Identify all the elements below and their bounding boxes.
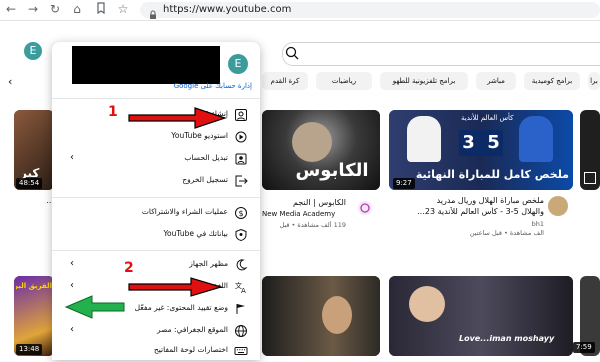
menu-item-label: اختصارات لوحة المفاتيح [153, 345, 228, 354]
forward-arrow-icon[interactable]: → [26, 2, 40, 16]
thumbnail-text: Love...iman moshayy [459, 334, 555, 343]
menu-item-label: عمليات الشراء والاشتراكات [141, 207, 228, 216]
open-icon [584, 172, 596, 184]
chevron-left-icon: ‹ [70, 280, 74, 291]
menu-item-switch-account[interactable]: ‹ تبديل الحساب [52, 148, 260, 168]
star-icon[interactable]: ☆ [116, 2, 130, 16]
player-image [519, 116, 553, 162]
chip[interactable]: برامج كوميدية [524, 72, 580, 90]
menu-item-location[interactable]: ‹ الموقع الجغرافي: مصر [52, 320, 260, 340]
home-icon[interactable]: ⌂ [70, 2, 84, 16]
video-title[interactable]: ملخص مباراة الهلال وريال مدريد [404, 196, 544, 206]
dollar-icon: $ [234, 205, 248, 219]
channel-avatar[interactable] [548, 196, 568, 216]
score-box: 3 5 [459, 130, 503, 156]
lock-icon[interactable] [148, 5, 158, 19]
thumbnail-text: الفريق البرتغالي [16, 282, 52, 290]
person-image [322, 296, 352, 334]
browser-toolbar: ← → ↻ ⌂ ☆ https://www.youtube.com [0, 0, 600, 21]
moon-icon [234, 257, 248, 271]
svg-text:A: A [241, 287, 246, 294]
video-thumbnail[interactable] [262, 276, 380, 356]
duration-badge: 9:27 [393, 178, 415, 189]
video-thumbnail[interactable]: الكابوس [262, 110, 380, 190]
menu-item-your-data[interactable]: بياناتك في YouTube [52, 224, 260, 244]
chevron-left-icon: ‹ [70, 152, 74, 163]
channel-name[interactable]: bh1 [404, 220, 544, 229]
video-meta: 119 ألف مشاهدة • قبل 6 أيام [278, 221, 346, 229]
video-thumbnail[interactable]: Love...iman moshayy [389, 276, 573, 356]
svg-text:$: $ [238, 209, 243, 218]
menu-item-label: بياناتك في YouTube [163, 229, 228, 238]
video-thumbnail[interactable] [580, 110, 600, 190]
green-arrow [64, 294, 126, 320]
chip[interactable]: كرة القدم [262, 72, 308, 90]
chip[interactable]: برا [588, 72, 600, 90]
video-thumbnail[interactable]: الفريق البرتغالي 13:48 [14, 276, 54, 356]
menu-item-label: مظهر الجهاز [189, 259, 228, 268]
face-image [292, 122, 332, 162]
video-meta: الف مشاهدة • قبل ساعتين [469, 229, 544, 237]
bookmark-icon[interactable] [94, 2, 108, 16]
keyboard-icon [234, 343, 248, 357]
player-image [407, 116, 441, 162]
thumbnail-text: كأس العالم للأندية [461, 114, 514, 122]
menu-item-label: الموقع الجغرافي: مصر [157, 325, 228, 334]
chevron-left-icon: ‹ [70, 324, 74, 335]
search-input[interactable] [282, 42, 600, 66]
annotation-number-1: 1 [108, 104, 118, 120]
annotation-number-2: 2 [124, 260, 134, 276]
search-icon[interactable] [284, 45, 300, 61]
back-arrow-icon[interactable]: ← [4, 2, 18, 16]
redacted-name [72, 46, 220, 84]
channel-name[interactable]: New Media Academy [262, 210, 362, 219]
thumbnail-text: ملخص كامل للمباراة النهائية [415, 168, 569, 181]
translate-icon: 文A [234, 279, 248, 295]
chip[interactable]: برامج تلفزيونية للطهو [380, 72, 468, 90]
chip[interactable]: مباشر [476, 72, 516, 90]
menu-item-keyboard-shortcuts[interactable]: اختصارات لوحة المفاتيح [52, 340, 260, 360]
chip[interactable]: رياضيات [316, 72, 372, 90]
duration-badge: 7:59 [573, 342, 595, 353]
chevron-left-icon[interactable]: ‹ [8, 75, 12, 88]
switch-account-icon [234, 151, 248, 165]
menu-item-appearance[interactable]: ‹ مظهر الجهاز [52, 254, 260, 274]
restricted-icon [234, 301, 248, 315]
red-arrow-2 [127, 276, 224, 298]
divider [52, 98, 260, 99]
video-title-line2[interactable]: والهلال 5-3 - كأس العالم للأندية 23... [404, 207, 544, 217]
deer-image [409, 286, 445, 322]
menu-item-sign-out[interactable]: تسجيل الخروج [52, 170, 260, 190]
menu-item-purchases[interactable]: عمليات الشراء والاشتراكات $ [52, 202, 260, 222]
video-thumbnail[interactable]: كأس العالم للأندية 3 5 ملخص كامل للمبارا… [389, 110, 573, 190]
sign-out-icon [234, 173, 248, 187]
duration-badge: 13:48 [16, 344, 43, 355]
video-title[interactable]: الكابوس | النجم [280, 198, 346, 208]
url-text: https://www.youtube.com [163, 4, 292, 15]
globe-icon [234, 323, 248, 337]
reload-icon[interactable]: ↻ [48, 2, 62, 16]
studio-icon [234, 129, 248, 143]
channel-avatar[interactable] [358, 200, 372, 215]
shield-icon [234, 227, 248, 242]
red-arrow-1 [127, 106, 227, 130]
menu-item-label: تسجيل الخروج [182, 175, 228, 184]
avatar[interactable]: E [24, 42, 42, 60]
thumbnail-text: الكابوس [295, 160, 369, 181]
duration-badge: 48:54 [16, 178, 43, 189]
menu-item-label: وضع تقييد المحتوى: غير مفعّل [134, 303, 228, 312]
divider [52, 197, 260, 198]
avatar: E [228, 54, 248, 74]
video-title[interactable]: ... [14, 196, 54, 206]
chevron-left-icon: ‹ [70, 258, 74, 269]
person-icon [234, 107, 248, 121]
divider [52, 250, 260, 251]
menu-item-label: تبديل الحساب [184, 153, 228, 162]
manage-account-link[interactable]: إدارة حسابك على Google [112, 82, 252, 90]
